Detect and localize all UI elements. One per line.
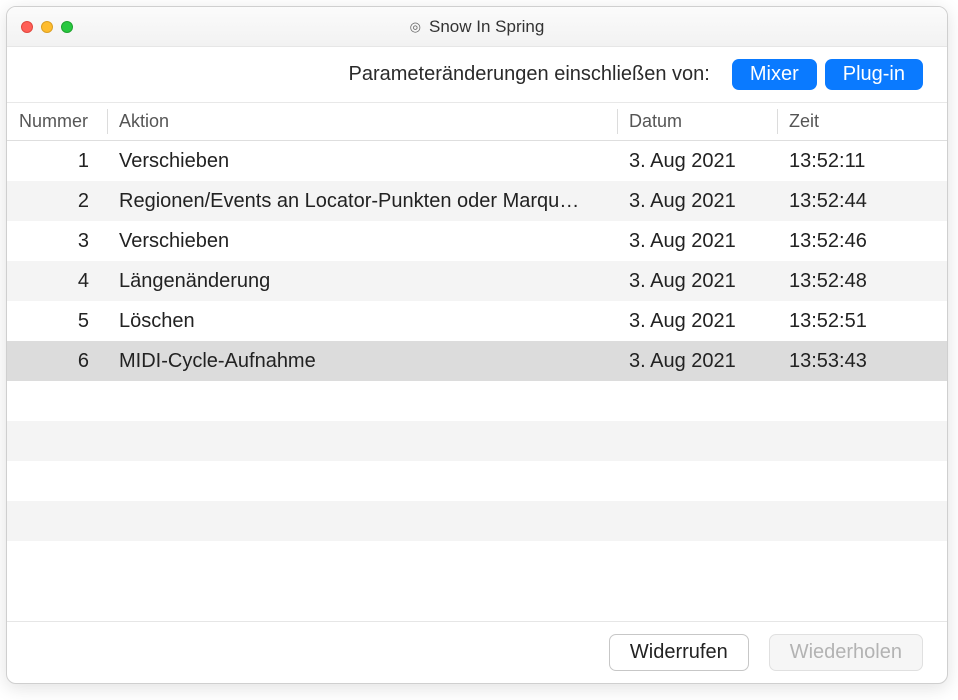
minimize-button[interactable] bbox=[41, 21, 53, 33]
cell-date: 3. Aug 2021 bbox=[617, 230, 777, 253]
cell-action: Löschen bbox=[107, 310, 617, 333]
cell-time: 13:52:11 bbox=[777, 150, 947, 173]
close-button[interactable] bbox=[21, 21, 33, 33]
cell-date: 3. Aug 2021 bbox=[617, 310, 777, 333]
footer: Widerrufen Wiederholen bbox=[7, 621, 947, 683]
cell-date: 3. Aug 2021 bbox=[617, 350, 777, 373]
cell-number: 2 bbox=[7, 190, 107, 213]
table-row[interactable]: 1Verschieben3. Aug 202113:52:11 bbox=[7, 141, 947, 181]
table-row[interactable]: 2Regionen/Events an Locator-Punkten oder… bbox=[7, 181, 947, 221]
cell-number: 3 bbox=[7, 230, 107, 253]
cell-time: 13:52:51 bbox=[777, 310, 947, 333]
document-icon: ◎ bbox=[410, 19, 421, 35]
empty-row bbox=[7, 461, 947, 501]
cell-time: 13:52:46 bbox=[777, 230, 947, 253]
plugin-button[interactable]: Plug-in bbox=[825, 59, 923, 90]
cell-number: 5 bbox=[7, 310, 107, 333]
empty-row bbox=[7, 421, 947, 461]
traffic-lights bbox=[7, 21, 73, 33]
cell-date: 3. Aug 2021 bbox=[617, 270, 777, 293]
toolbar-label: Parameteränderungen einschließen von: bbox=[349, 63, 710, 86]
empty-row bbox=[7, 381, 947, 421]
cell-action: Verschieben bbox=[107, 230, 617, 253]
undo-history-window: ◎ Snow In Spring Parameteränderungen ein… bbox=[6, 6, 948, 684]
empty-row bbox=[7, 501, 947, 541]
undo-button[interactable]: Widerrufen bbox=[609, 634, 749, 671]
col-date[interactable]: Datum bbox=[617, 103, 777, 140]
empty-row bbox=[7, 541, 947, 581]
col-action[interactable]: Aktion bbox=[107, 103, 617, 140]
window-title: Snow In Spring bbox=[429, 17, 544, 37]
table-body[interactable]: 1Verschieben3. Aug 202113:52:112Regionen… bbox=[7, 141, 947, 621]
toolbar: Parameteränderungen einschließen von: Mi… bbox=[7, 47, 947, 103]
maximize-button[interactable] bbox=[61, 21, 73, 33]
history-table: Nummer Aktion Datum Zeit 1Verschieben3. … bbox=[7, 103, 947, 621]
cell-action: Verschieben bbox=[107, 150, 617, 173]
cell-action: Regionen/Events an Locator-Punkten oder … bbox=[107, 190, 617, 213]
table-header: Nummer Aktion Datum Zeit bbox=[7, 103, 947, 141]
cell-date: 3. Aug 2021 bbox=[617, 150, 777, 173]
table-row[interactable]: 5Löschen3. Aug 202113:52:51 bbox=[7, 301, 947, 341]
cell-date: 3. Aug 2021 bbox=[617, 190, 777, 213]
cell-time: 13:52:48 bbox=[777, 270, 947, 293]
mixer-button[interactable]: Mixer bbox=[732, 59, 817, 90]
redo-button: Wiederholen bbox=[769, 634, 923, 671]
cell-number: 1 bbox=[7, 150, 107, 173]
cell-action: Längenänderung bbox=[107, 270, 617, 293]
titlebar: ◎ Snow In Spring bbox=[7, 7, 947, 47]
table-row[interactable]: 3Verschieben3. Aug 202113:52:46 bbox=[7, 221, 947, 261]
cell-time: 13:52:44 bbox=[777, 190, 947, 213]
cell-number: 6 bbox=[7, 350, 107, 373]
title-center: ◎ Snow In Spring bbox=[7, 17, 947, 37]
table-row[interactable]: 4Längenänderung3. Aug 202113:52:48 bbox=[7, 261, 947, 301]
table-row[interactable]: 6MIDI-Cycle-Aufnahme3. Aug 202113:53:43 bbox=[7, 341, 947, 381]
cell-number: 4 bbox=[7, 270, 107, 293]
cell-action: MIDI-Cycle-Aufnahme bbox=[107, 350, 617, 373]
col-number[interactable]: Nummer bbox=[7, 103, 107, 140]
col-time[interactable]: Zeit bbox=[777, 103, 947, 140]
cell-time: 13:53:43 bbox=[777, 350, 947, 373]
